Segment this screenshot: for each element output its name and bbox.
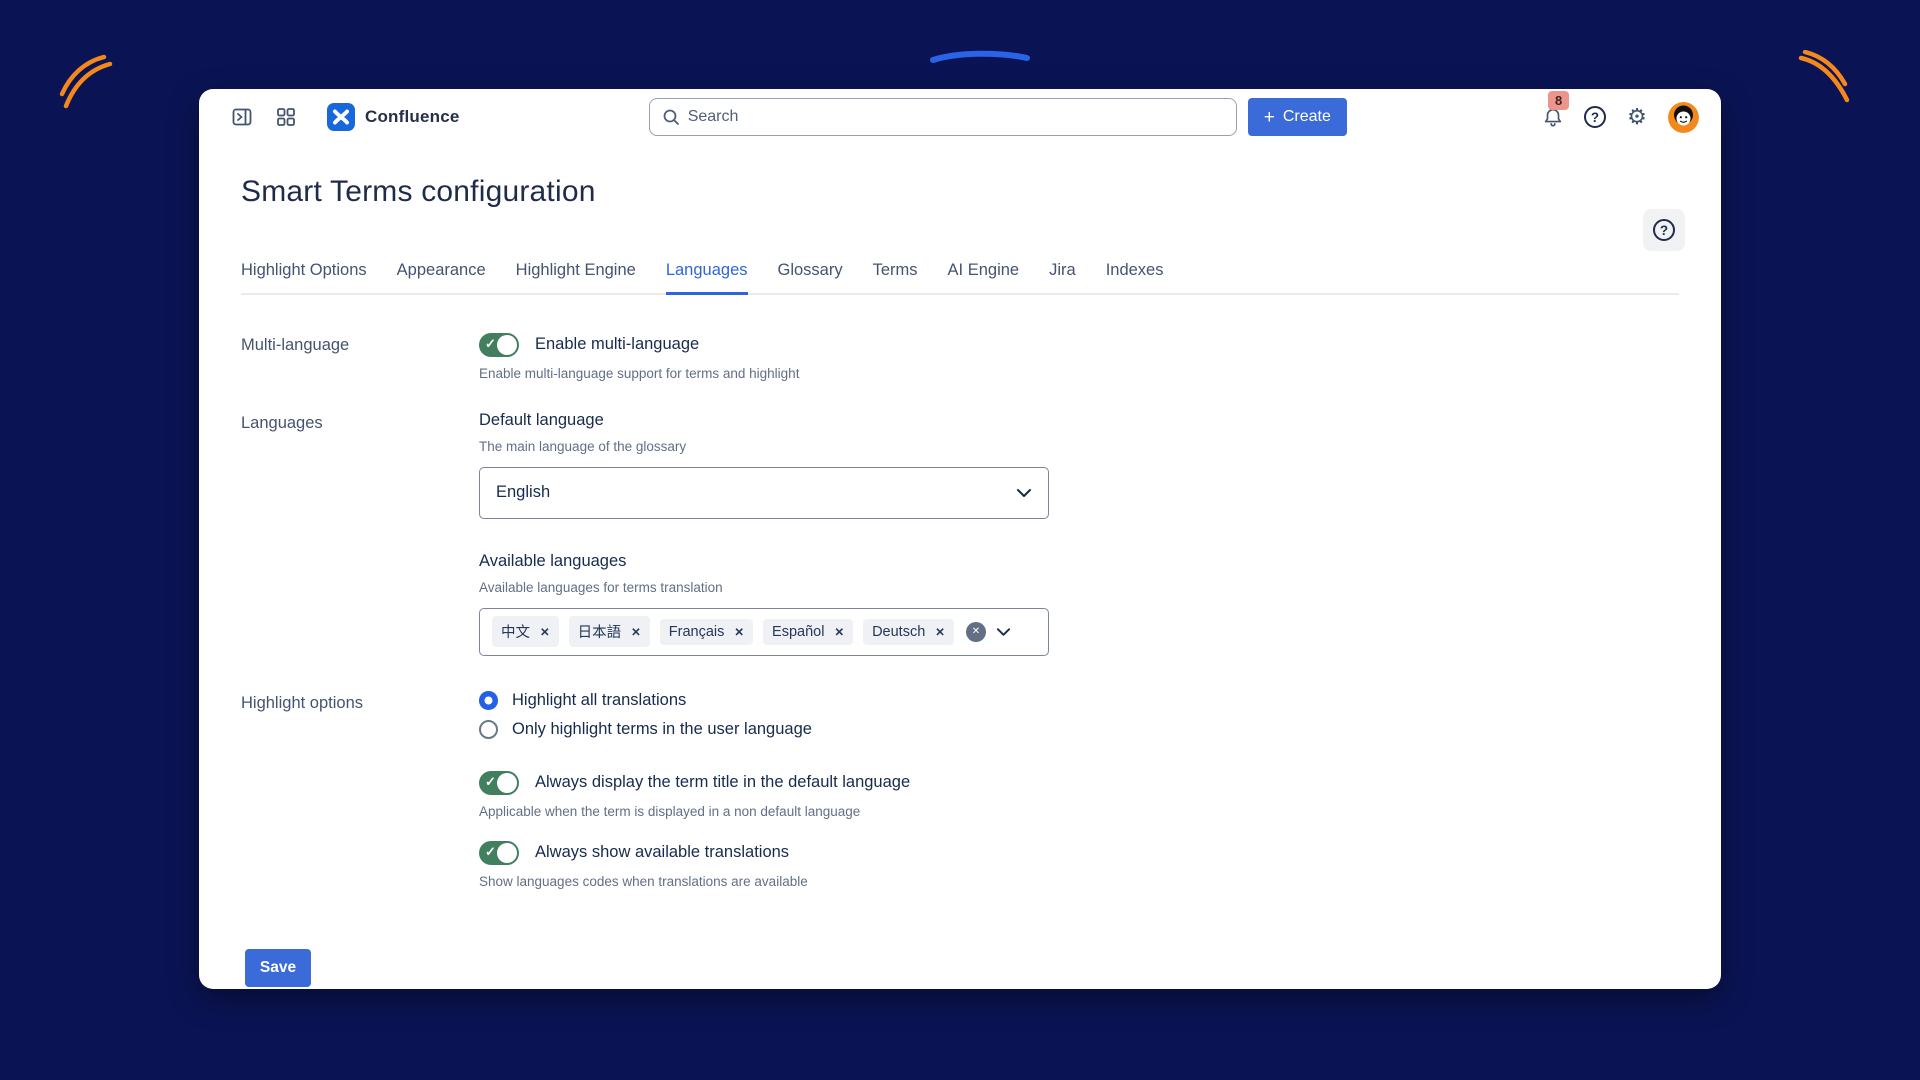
multi-language-description: Enable multi-language support for terms …	[479, 366, 1721, 381]
orange-swoosh-right-decoration	[1795, 50, 1857, 112]
tab-terms[interactable]: Terms	[873, 261, 918, 295]
question-icon: ?	[1584, 106, 1606, 128]
always-show-translations-label: Always show available translations	[535, 843, 789, 862]
question-icon: ?	[1653, 219, 1675, 241]
check-icon: ✓	[485, 844, 496, 860]
create-button[interactable]: + Create	[1248, 98, 1347, 136]
always-display-term-title-label: Always display the term title in the def…	[535, 773, 910, 792]
confluence-window: Confluence + Create 8	[199, 89, 1721, 989]
language-chip: Español ✕	[763, 619, 853, 645]
chevron-down-icon[interactable]	[996, 627, 1011, 637]
tab-jira[interactable]: Jira	[1049, 261, 1076, 295]
orange-swoosh-left-decoration	[58, 48, 128, 110]
radio-label: Highlight all translations	[512, 691, 686, 710]
languages-row: Languages Default language The main lang…	[241, 411, 1721, 656]
search-icon	[662, 108, 680, 126]
remove-chip-icon[interactable]: ✕	[631, 625, 641, 639]
settings-tabs: Highlight Options Appearance Highlight E…	[241, 261, 1679, 295]
always-show-translations-description: Show languages codes when translations a…	[479, 874, 1721, 889]
section-label-multi-language: Multi-language	[241, 333, 479, 381]
radio-highlight-all-translations[interactable]	[479, 691, 498, 710]
tab-glossary[interactable]: Glossary	[778, 261, 843, 295]
language-chip: Deutsch ✕	[863, 619, 954, 645]
user-avatar[interactable]	[1668, 102, 1699, 133]
remove-chip-icon[interactable]: ✕	[540, 625, 550, 639]
languages-settings-form: Multi-language ✓ Enable multi-language E…	[241, 333, 1721, 990]
remove-chip-icon[interactable]: ✕	[834, 625, 844, 639]
confluence-home-link[interactable]: Confluence	[327, 103, 460, 131]
language-chip-label: Deutsch	[872, 624, 925, 640]
confluence-logo-icon	[327, 103, 355, 131]
language-chip-label: 日本語	[578, 621, 622, 642]
always-display-term-title-description: Applicable when the term is displayed in…	[479, 804, 1721, 819]
language-chip: Français ✕	[660, 619, 753, 645]
default-language-label: Default language	[479, 411, 1721, 430]
always-display-term-title-toggle[interactable]: ✓	[479, 771, 519, 795]
section-label-languages: Languages	[241, 411, 479, 656]
sidebar-toggle-icon	[231, 106, 253, 128]
radio-only-user-language[interactable]	[479, 720, 498, 739]
multi-language-row: Multi-language ✓ Enable multi-language E…	[241, 333, 1721, 381]
app-grid-icon	[276, 107, 296, 127]
search-bar[interactable]	[649, 98, 1237, 136]
remove-chip-icon[interactable]: ✕	[935, 625, 945, 639]
language-chip: 日本語 ✕	[569, 616, 650, 647]
clear-all-icon[interactable]: ✕	[966, 622, 986, 642]
tab-indexes[interactable]: Indexes	[1106, 261, 1164, 295]
blue-arc-decoration	[928, 46, 1032, 68]
tab-highlight-engine[interactable]: Highlight Engine	[516, 261, 636, 295]
create-button-label: Create	[1283, 108, 1331, 126]
default-language-select[interactable]: English	[479, 467, 1049, 519]
check-icon: ✓	[485, 336, 496, 352]
app-name: Confluence	[365, 107, 460, 127]
language-chip-label: Français	[669, 624, 725, 640]
default-language-value: English	[496, 483, 550, 502]
tab-languages[interactable]: Languages	[666, 261, 748, 295]
settings-button[interactable]: ⚙	[1620, 100, 1654, 134]
available-languages-multiselect[interactable]: 中文 ✕ 日本語 ✕ Français ✕ Español ✕	[479, 608, 1049, 656]
avatar-face-icon	[1668, 102, 1699, 133]
toggle-knob	[497, 773, 517, 793]
language-chip: 中文 ✕	[492, 616, 559, 647]
toggle-knob	[497, 335, 517, 355]
help-button[interactable]: ?	[1578, 100, 1612, 134]
search-input[interactable]	[688, 108, 1224, 126]
language-chip-label: Español	[772, 624, 824, 640]
highlight-options-row: Highlight options Highlight all translat…	[241, 691, 1721, 889]
available-languages-description: Available languages for terms translatio…	[479, 580, 1721, 595]
check-icon: ✓	[485, 774, 496, 790]
gear-icon: ⚙	[1627, 106, 1647, 128]
plus-icon: +	[1264, 108, 1275, 127]
page-title: Smart Terms configuration	[241, 175, 1721, 209]
page-help-button[interactable]: ?	[1643, 209, 1685, 251]
section-label-highlight-options: Highlight options	[241, 691, 479, 889]
tab-highlight-options[interactable]: Highlight Options	[241, 261, 367, 295]
enable-multi-language-label: Enable multi-language	[535, 335, 699, 354]
sidebar-toggle-button[interactable]	[225, 100, 259, 134]
save-button[interactable]: Save	[245, 949, 311, 987]
notification-count-badge: 8	[1548, 91, 1569, 110]
always-show-translations-toggle[interactable]: ✓	[479, 841, 519, 865]
tab-ai-engine[interactable]: AI Engine	[948, 261, 1020, 295]
available-languages-label: Available languages	[479, 552, 1721, 571]
remove-chip-icon[interactable]: ✕	[734, 625, 744, 639]
radio-label: Only highlight terms in the user languag…	[512, 720, 812, 739]
chevron-down-icon	[1016, 488, 1032, 498]
enable-multi-language-toggle[interactable]: ✓	[479, 333, 519, 357]
toggle-knob	[497, 843, 517, 863]
language-chip-label: 中文	[501, 621, 530, 642]
default-language-description: The main language of the glossary	[479, 439, 1721, 454]
app-header: Confluence + Create 8	[199, 89, 1721, 145]
app-switcher-button[interactable]	[269, 100, 303, 134]
tab-appearance[interactable]: Appearance	[397, 261, 486, 295]
